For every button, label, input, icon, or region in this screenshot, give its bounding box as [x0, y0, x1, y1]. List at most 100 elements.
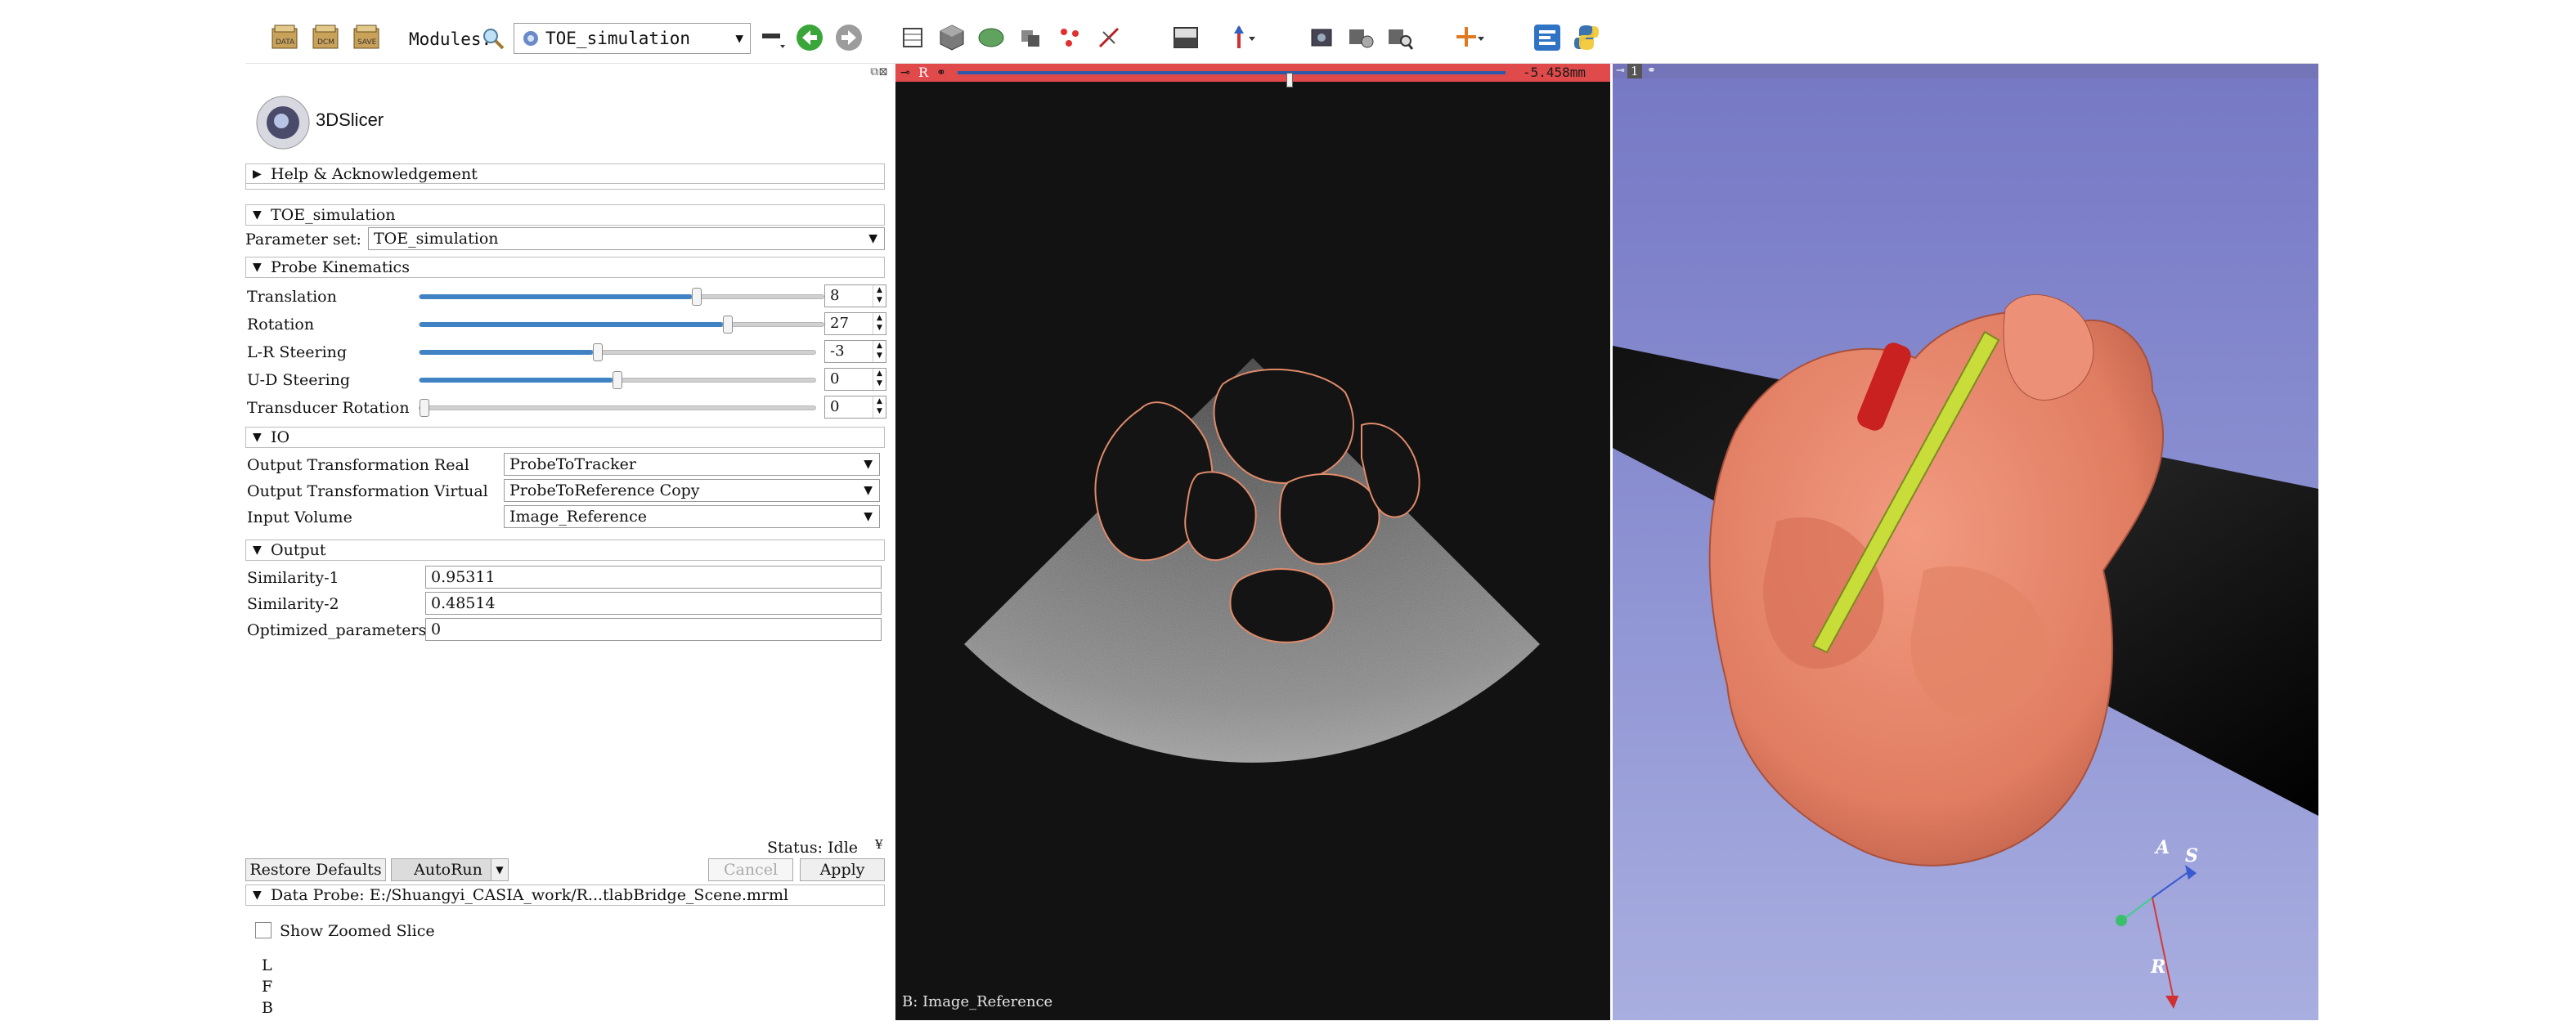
kinematics-section[interactable]: ▼ Probe Kinematics: [245, 257, 885, 278]
field-value: 0.95311: [431, 568, 496, 586]
slider-handle[interactable]: [593, 343, 603, 361]
save-icon[interactable]: SAVE: [350, 21, 383, 54]
crosshair-icon[interactable]: [1227, 21, 1259, 54]
collapse-arrow-icon: ▼: [253, 261, 262, 274]
chevron-down-icon: ▼: [864, 484, 873, 497]
section-divider: [245, 183, 885, 190]
optimized-parameters-label: Optimized_parameters: [247, 621, 427, 639]
spin-arrows-icon[interactable]: ▲ ▼: [873, 341, 886, 362]
data-module-icon[interactable]: [896, 21, 929, 54]
rotation-spinbox[interactable]: 27 ▲ ▼: [824, 312, 886, 335]
transducer-rotation-spinbox[interactable]: 0 ▲ ▼: [824, 396, 886, 419]
parameter-set-select[interactable]: TOE_simulation ▼: [368, 227, 885, 250]
main-toolbar: DATA DCM SAVE Modules: TOE_simulation ▼: [245, 11, 2318, 64]
collapse-arrow-icon: ▼: [253, 889, 262, 902]
output-transform-real-select[interactable]: ProbeToTracker ▼: [504, 453, 880, 476]
similarity-2-field[interactable]: 0.48514: [425, 592, 882, 615]
pin-icon[interactable]: ⊸: [900, 64, 910, 82]
output-transform-real-label: Output Transformation Real: [247, 456, 469, 474]
back-icon[interactable]: [793, 21, 826, 54]
slice-offset-value: -5.458mm: [1522, 65, 1586, 80]
ruler-icon[interactable]: [1093, 21, 1125, 54]
translation-label: Translation: [247, 288, 337, 306]
ud-steering-spinbox[interactable]: 0 ▲ ▼: [824, 368, 886, 391]
slider-handle[interactable]: [723, 316, 733, 334]
dcm-icon[interactable]: DCM: [309, 21, 342, 54]
lr-steering-spinbox[interactable]: -3 ▲ ▼: [824, 340, 886, 363]
spin-arrows-icon[interactable]: ▲ ▼: [873, 285, 886, 307]
extensions-icon[interactable]: [1531, 21, 1564, 54]
spin-arrows-icon[interactable]: ▲ ▼: [873, 313, 886, 334]
autorun-button[interactable]: AutoRun: [391, 858, 505, 881]
python-icon[interactable]: [1570, 21, 1603, 54]
view-menu-icon[interactable]: [756, 21, 789, 54]
slicer-logo: [256, 96, 310, 150]
svg-text:DCM: DCM: [317, 38, 334, 47]
heart-atrium: [2003, 294, 2094, 401]
3d-view[interactable]: ⊸ 1 ⚭ A S R: [1613, 64, 2318, 1020]
output-section-label: Output: [271, 541, 326, 559]
data-probe-section[interactable]: ▼ Data Probe: E:/Shuangyi_CASIA_work/R..…: [245, 884, 885, 906]
collapse-arrow-icon: ▼: [253, 208, 262, 222]
restore-defaults-button[interactable]: Restore Defaults: [245, 858, 386, 881]
lr-steering-slider[interactable]: [419, 343, 816, 361]
help-section-label: Help & Acknowledgement: [271, 165, 478, 183]
rotation-slider[interactable]: [419, 316, 824, 334]
chevron-down-icon: ▼: [868, 232, 877, 245]
layout-icon[interactable]: [1169, 21, 1202, 54]
pin-icon[interactable]: ⊸: [1616, 64, 1625, 78]
cancel-button[interactable]: Cancel: [708, 858, 793, 881]
red-slice-view[interactable]: ⊸ R ⚭ -5.458mm B: Image_Reference: [895, 64, 1610, 1020]
collapse-arrow-icon: ▼: [253, 544, 262, 557]
module-icon: [523, 31, 538, 46]
translation-spinbox[interactable]: 8 ▲ ▼: [824, 284, 886, 307]
zoom-view-icon[interactable]: [1384, 21, 1416, 54]
input-volume-label: Input Volume: [247, 508, 352, 526]
place-fiducial-icon[interactable]: [1452, 21, 1485, 54]
transducer-rotation-slider[interactable]: [419, 399, 816, 417]
collapse-arrow-icon: ▼: [253, 431, 262, 444]
show-zoomed-slice-label: Show Zoomed Slice: [280, 922, 435, 940]
slider-handle[interactable]: [692, 288, 702, 306]
slice-offset-slider[interactable]: [958, 71, 1506, 87]
link-icon[interactable]: ⚭: [936, 64, 946, 82]
io-section[interactable]: ▼ IO: [245, 427, 885, 448]
show-zoomed-slice-checkbox[interactable]: [255, 922, 272, 938]
ud-steering-label: U-D Steering: [247, 371, 351, 389]
status-text: Status: Idle: [767, 839, 859, 857]
status-expand-icon[interactable]: ¥: [875, 837, 883, 852]
search-icon[interactable]: [481, 26, 505, 51]
data-icon[interactable]: DATA: [268, 21, 301, 54]
transducer-rotation-label: Transducer Rotation: [247, 399, 410, 417]
translation-slider[interactable]: [419, 288, 824, 306]
transforms-icon[interactable]: [1014, 21, 1047, 54]
slider-fill: [420, 350, 593, 355]
spin-arrows-icon[interactable]: ▲ ▼: [873, 396, 886, 418]
forward-icon[interactable]: [832, 21, 865, 54]
volumes-icon[interactable]: [936, 21, 968, 54]
slider-handle[interactable]: [420, 399, 429, 417]
module-selector[interactable]: TOE_simulation ▼: [514, 23, 751, 54]
apply-button[interactable]: Apply: [800, 858, 885, 881]
spin-arrows-icon[interactable]: ▲ ▼: [873, 369, 886, 390]
models-icon[interactable]: [975, 21, 1008, 54]
panel-float-close-icons[interactable]: ⧉⊠: [870, 65, 888, 78]
module-section-label: TOE_simulation: [271, 206, 396, 224]
slider-handle[interactable]: [613, 371, 622, 389]
markups-icon[interactable]: [1053, 21, 1086, 54]
optimized-parameters-field[interactable]: 0: [425, 618, 882, 641]
ud-steering-slider[interactable]: [419, 371, 816, 389]
similarity-1-label: Similarity-1: [247, 569, 339, 587]
output-section[interactable]: ▼ Output: [245, 540, 885, 561]
input-volume-select[interactable]: Image_Reference ▼: [504, 505, 880, 528]
link-icon[interactable]: ⚭: [1647, 64, 1656, 78]
help-section[interactable]: ▶ Help & Acknowledgement: [245, 163, 885, 185]
modules-label: Modules:: [409, 29, 492, 49]
screenshot-icon[interactable]: [1305, 21, 1338, 54]
output-transform-virtual-select[interactable]: ProbeToReference Copy ▼: [504, 479, 880, 502]
similarity-2-label: Similarity-2: [247, 595, 339, 613]
similarity-1-field[interactable]: 0.95311: [425, 566, 882, 589]
module-section[interactable]: ▼ TOE_simulation: [245, 204, 885, 226]
autorun-menu-button[interactable]: ▼: [491, 858, 509, 881]
scene-view-icon[interactable]: [1344, 21, 1377, 54]
